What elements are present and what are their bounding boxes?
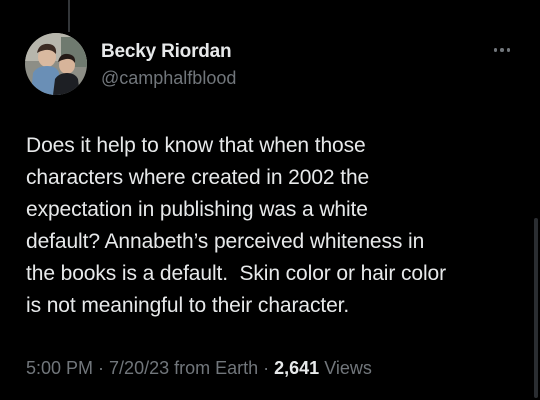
tweet-text-line: is not meaningful to their character. bbox=[26, 294, 350, 317]
tweet-text-line: Does it help to know that when those bbox=[26, 134, 366, 157]
tweet-source: from Earth bbox=[169, 358, 259, 378]
more-horizontal-icon-dot bbox=[500, 48, 504, 52]
tweet-text-line: expectation in publishing was a white bbox=[26, 198, 368, 221]
author-block: Becky Riordan @camphalfblood bbox=[101, 40, 236, 90]
meta-separator: · bbox=[93, 358, 110, 378]
views-count[interactable]: 2,641 bbox=[274, 358, 319, 378]
tweet-timestamp-date[interactable]: 7/20/23 bbox=[109, 358, 169, 378]
author-display-name[interactable]: Becky Riordan bbox=[101, 40, 236, 64]
author-handle[interactable]: @camphalfblood bbox=[101, 66, 236, 90]
thread-connector-line bbox=[68, 0, 70, 32]
avatar-photo bbox=[25, 33, 87, 95]
tweet-metadata: 5:00 PM · 7/20/23 from Earth · 2,641 Vie… bbox=[26, 356, 372, 380]
tweet-text-line: default? Annabeth’s perceived whiteness … bbox=[26, 230, 425, 253]
scrollbar[interactable] bbox=[534, 218, 538, 398]
tweet-timestamp-time[interactable]: 5:00 PM bbox=[26, 358, 93, 378]
tweet-text-line: characters where created in 2002 the bbox=[26, 166, 370, 189]
avatar[interactable] bbox=[25, 33, 87, 95]
more-horizontal-icon-dot bbox=[506, 48, 511, 52]
more-options-button[interactable] bbox=[490, 40, 514, 60]
more-horizontal-icon bbox=[493, 48, 498, 52]
views-label: Views bbox=[319, 358, 372, 378]
meta-separator: · bbox=[258, 358, 275, 378]
tweet-text-line: the books is a default. Skin color or ha… bbox=[26, 262, 446, 285]
tweet-text: Does it help to know that when those cha… bbox=[26, 130, 516, 322]
